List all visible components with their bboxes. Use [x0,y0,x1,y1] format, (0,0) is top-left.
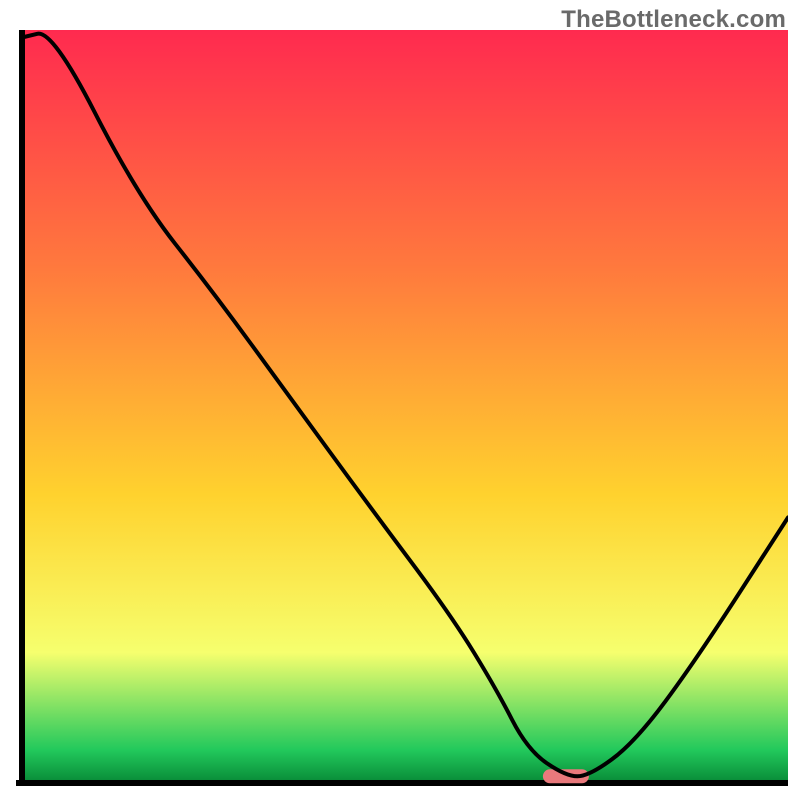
chart-svg [16,30,788,790]
watermark-text: TheBottleneck.com [561,6,786,34]
chart-area [16,30,788,790]
gradient-background [22,30,788,780]
